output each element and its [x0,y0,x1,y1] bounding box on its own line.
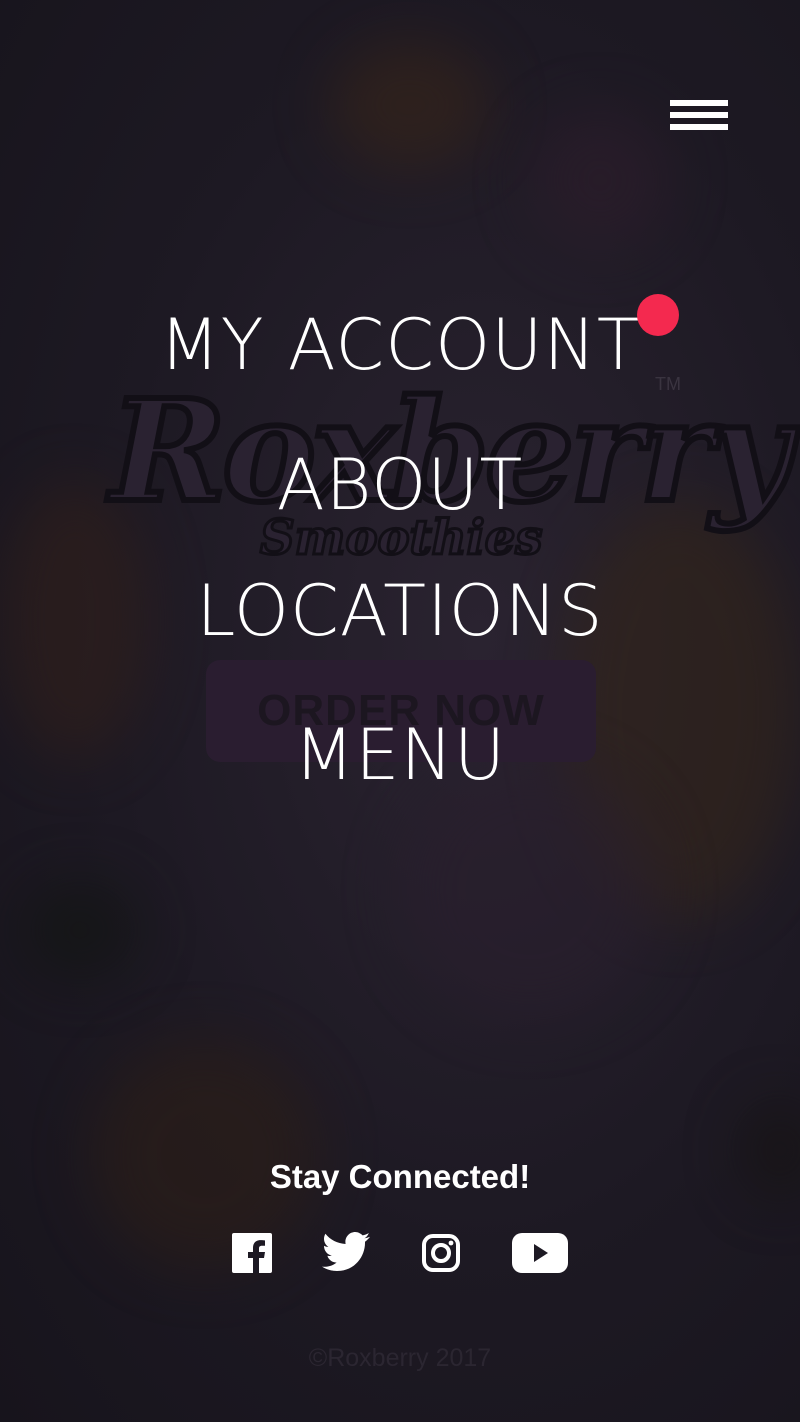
instagram-icon[interactable] [421,1233,461,1278]
hamburger-bar [670,100,728,106]
menu-overlay-screen: Roxberry Smoothies TM ORDER NOW MY ACCOU… [0,0,800,1422]
background-blur [530,110,670,250]
youtube-icon[interactable] [512,1233,568,1278]
copyright-text: ©Roxberry 2017 [308,1344,492,1372]
twitter-icon[interactable] [322,1232,370,1277]
nav-item-my-account[interactable]: MY ACCOUNT [0,294,800,390]
nav-item-about[interactable]: ABOUT [0,440,800,530]
stay-connected-heading: Stay Connected! [269,1158,531,1195]
hamburger-bar [670,124,728,130]
background-blur [330,40,490,170]
nav-item-label: MY ACCOUNT [159,304,641,386]
nav-item-menu[interactable]: MENU [0,710,800,800]
nav-item-locations[interactable]: LOCATIONS [0,566,800,656]
hamburger-bar [670,112,728,118]
notification-dot [636,294,679,336]
facebook-icon[interactable] [232,1233,272,1278]
social-links [0,1228,800,1278]
nav-item-my-account-wrap: MY ACCOUNT [159,294,679,390]
background-blur [20,880,140,980]
hamburger-icon[interactable] [670,98,730,132]
